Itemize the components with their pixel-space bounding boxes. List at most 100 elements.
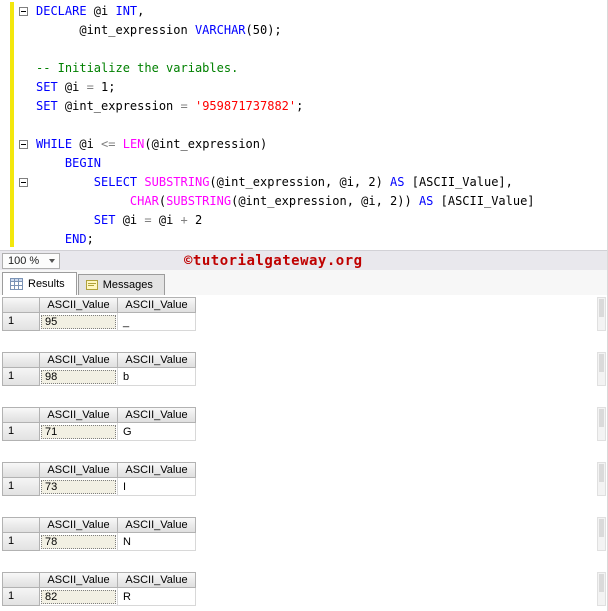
grid-corner-cell[interactable] bbox=[2, 407, 40, 423]
column-header[interactable]: ASCII_Value bbox=[40, 517, 118, 533]
code-token: @i bbox=[57, 80, 87, 94]
grid-data-row: 1 71 G bbox=[2, 423, 606, 441]
column-header[interactable]: ASCII_Value bbox=[118, 572, 196, 588]
cell-focus-box: 71 bbox=[41, 424, 116, 439]
code-token: DECLARE bbox=[36, 4, 87, 18]
code-token: SELECT bbox=[93, 175, 138, 189]
grid-corner-cell[interactable] bbox=[2, 352, 40, 368]
column-header[interactable]: ASCII_Value bbox=[118, 517, 196, 533]
code-line: SET @i = @i + 2 bbox=[0, 211, 607, 230]
column-header[interactable]: ASCII_Value bbox=[118, 297, 196, 313]
code-line: DECLARE @i INT, bbox=[0, 2, 607, 21]
result-grid: ASCII_Value ASCII_Value 1 73 I bbox=[2, 462, 606, 496]
grid-cell-char[interactable]: R bbox=[118, 588, 196, 606]
tab-messages[interactable]: Messages bbox=[77, 274, 165, 295]
grid-header-row: ASCII_Value ASCII_Value bbox=[2, 297, 606, 313]
cell-focus-box: 73 bbox=[41, 479, 116, 494]
grid-header-row: ASCII_Value ASCII_Value bbox=[2, 517, 606, 533]
row-header[interactable]: 1 bbox=[2, 533, 40, 551]
column-header[interactable]: ASCII_Value bbox=[118, 407, 196, 423]
grid-corner-cell[interactable] bbox=[2, 297, 40, 313]
grid-vscrollbar[interactable] bbox=[597, 352, 606, 386]
scrollbar-thumb[interactable] bbox=[599, 519, 604, 537]
sql-editor[interactable]: DECLARE @i INT, @int_expression VARCHAR(… bbox=[0, 0, 607, 250]
grid-cell-value[interactable]: 82 bbox=[40, 588, 118, 606]
result-grid: ASCII_Value ASCII_Value 1 82 R bbox=[2, 572, 606, 606]
scrollbar-thumb[interactable] bbox=[599, 409, 604, 427]
grid-cell-char[interactable]: G bbox=[118, 423, 196, 441]
row-header[interactable]: 1 bbox=[2, 423, 40, 441]
grid-vscrollbar[interactable] bbox=[597, 297, 606, 331]
grid-header-row: ASCII_Value ASCII_Value bbox=[2, 462, 606, 478]
grid-cell-value[interactable]: 71 bbox=[40, 423, 118, 441]
code-token: @i bbox=[151, 213, 181, 227]
grid-cell-value[interactable]: 95 bbox=[40, 313, 118, 331]
grid-cell-char[interactable]: _ bbox=[118, 313, 196, 331]
column-header[interactable]: ASCII_Value bbox=[40, 572, 118, 588]
code-text: END; bbox=[30, 230, 94, 249]
code-token: + bbox=[180, 213, 188, 227]
grid-cell-value[interactable]: 78 bbox=[40, 533, 118, 551]
fold-collapse-icon[interactable] bbox=[17, 140, 30, 149]
code-line: END; bbox=[0, 230, 607, 249]
code-text: SET @i = 1; bbox=[30, 78, 116, 97]
row-header[interactable]: 1 bbox=[2, 368, 40, 386]
scrollbar-thumb[interactable] bbox=[599, 354, 604, 372]
code-token: ; bbox=[86, 232, 94, 246]
grid-cell-char[interactable]: N bbox=[118, 533, 196, 551]
scrollbar-thumb[interactable] bbox=[599, 299, 604, 317]
code-token: (@int_expression) bbox=[144, 137, 268, 151]
column-header[interactable]: ASCII_Value bbox=[118, 352, 196, 368]
code-token: = bbox=[86, 80, 94, 94]
code-token: SET bbox=[36, 80, 58, 94]
grid-data-row: 1 98 b bbox=[2, 368, 606, 386]
zoom-dropdown[interactable]: 100 % bbox=[2, 253, 60, 269]
column-header[interactable]: ASCII_Value bbox=[40, 462, 118, 478]
code-token: ( bbox=[158, 194, 167, 208]
grid-cell-value[interactable]: 73 bbox=[40, 478, 118, 496]
fold-collapse-icon[interactable] bbox=[17, 7, 30, 16]
grid-corner-cell[interactable] bbox=[2, 572, 40, 588]
column-header[interactable]: ASCII_Value bbox=[40, 352, 118, 368]
code-text: SET @i = @i + 2 bbox=[30, 211, 202, 230]
minus-box-icon bbox=[19, 178, 28, 187]
code-token: LEN bbox=[122, 137, 145, 151]
grid-data-row: 1 82 R bbox=[2, 588, 606, 606]
grid-corner-cell[interactable] bbox=[2, 462, 40, 478]
row-header[interactable]: 1 bbox=[2, 478, 40, 496]
code-token: AS bbox=[418, 194, 434, 208]
grid-vscrollbar[interactable] bbox=[597, 462, 606, 496]
cell-focus-box: 98 bbox=[41, 369, 116, 384]
scrollbar-thumb[interactable] bbox=[599, 574, 604, 592]
row-header[interactable]: 1 bbox=[2, 313, 40, 331]
grid-corner-cell[interactable] bbox=[2, 517, 40, 533]
grid-header-row: ASCII_Value ASCII_Value bbox=[2, 407, 606, 423]
grid-cell-value[interactable]: 98 bbox=[40, 368, 118, 386]
grid-cell-char[interactable]: I bbox=[118, 478, 196, 496]
grid-vscrollbar[interactable] bbox=[597, 517, 606, 551]
code-token: SET bbox=[36, 99, 58, 113]
grid-vscrollbar[interactable] bbox=[597, 572, 606, 606]
cell-focus-box: 82 bbox=[41, 589, 116, 604]
editor-status-bar: 100 % ©tutorialgateway.org bbox=[0, 250, 607, 270]
code-token: '959871737882' bbox=[194, 99, 297, 113]
code-token: AS bbox=[390, 175, 405, 189]
code-lines: DECLARE @i INT, @int_expression VARCHAR(… bbox=[0, 2, 607, 249]
grid-vscrollbar[interactable] bbox=[597, 407, 606, 441]
chevron-down-icon bbox=[49, 259, 55, 263]
minus-box-icon bbox=[19, 140, 28, 149]
code-token: @int_expression bbox=[57, 99, 181, 113]
grid-cell-char[interactable]: b bbox=[118, 368, 196, 386]
column-header[interactable]: ASCII_Value bbox=[118, 462, 196, 478]
column-header[interactable]: ASCII_Value bbox=[40, 407, 118, 423]
tab-results[interactable]: Results bbox=[2, 272, 77, 295]
column-header[interactable]: ASCII_Value bbox=[40, 297, 118, 313]
code-token: @i bbox=[72, 137, 102, 151]
scrollbar-thumb[interactable] bbox=[599, 464, 604, 482]
code-token: = bbox=[144, 213, 152, 227]
row-header[interactable]: 1 bbox=[2, 588, 40, 606]
fold-collapse-icon[interactable] bbox=[17, 178, 30, 187]
code-token: [ASCII_Value], bbox=[404, 175, 513, 189]
